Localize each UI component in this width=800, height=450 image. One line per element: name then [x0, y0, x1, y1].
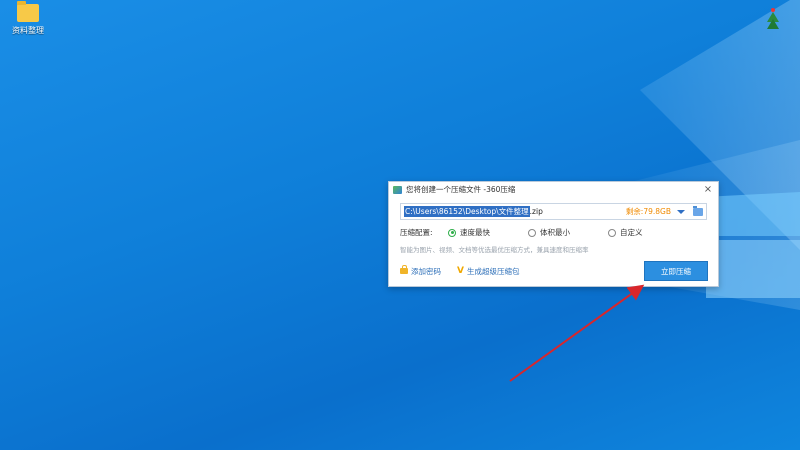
- radio-fastest[interactable]: 速度最快: [448, 227, 490, 238]
- radio-label: 体积最小: [540, 228, 570, 237]
- v-badge-icon: V: [457, 266, 464, 276]
- path-field[interactable]: C:\Users\86152\Desktop\文件整理 .zip 剩余:79.8…: [400, 203, 707, 220]
- self-extract-label: 生成超级压缩包: [466, 266, 520, 276]
- dialog-title: 您将创建一个压缩文件 -360压缩: [406, 185, 516, 194]
- radio-selected-icon[interactable]: [448, 228, 456, 237]
- annotation-arrow-line: [509, 284, 645, 382]
- self-extract-link[interactable]: V 生成超级压缩包: [457, 266, 519, 277]
- add-password-label: 添加密码: [411, 266, 441, 276]
- wallpaper-window-pane: [706, 240, 800, 298]
- desktop-icon-folder[interactable]: 资料整理: [4, 1, 52, 36]
- path-selected-text[interactable]: C:\Users\86152\Desktop\文件整理: [404, 206, 530, 217]
- folder-icon: [17, 1, 39, 22]
- path-extension[interactable]: .zip: [530, 207, 543, 216]
- radio-label: 速度最快: [460, 228, 490, 237]
- compress-now-button[interactable]: 立即压缩: [644, 261, 708, 281]
- chevron-down-icon[interactable]: [677, 209, 685, 214]
- wallpaper-window-pane: [706, 192, 800, 236]
- tree-icon[interactable]: [767, 8, 779, 32]
- radio-label: 自定义: [620, 228, 643, 237]
- radio-smallest[interactable]: 体积最小: [528, 227, 570, 238]
- radio-custom[interactable]: 自定义: [608, 227, 643, 238]
- compress-dialog: 您将创建一个压缩文件 -360压缩 × C:\Users\86152\Deskt…: [388, 181, 719, 287]
- add-password-link[interactable]: 添加密码: [400, 265, 441, 277]
- config-row: 压缩配置: 速度最快 体积最小 自定义: [400, 227, 707, 238]
- hint-text: 智能为图片、视频、文档等优选最优压缩方式，兼具速度和压缩率: [400, 246, 589, 254]
- browse-folder-icon[interactable]: [693, 205, 703, 216]
- app-icon: [393, 185, 402, 194]
- desktop-icon-label: 资料整理: [12, 26, 44, 35]
- dialog-titlebar[interactable]: 您将创建一个压缩文件 -360压缩 ×: [389, 182, 718, 197]
- radio-icon[interactable]: [528, 228, 536, 237]
- close-button[interactable]: ×: [702, 184, 714, 195]
- lock-icon: [400, 265, 408, 274]
- action-row: 添加密码 V 生成超级压缩包 立即压缩: [400, 261, 708, 281]
- radio-icon[interactable]: [608, 228, 616, 237]
- config-label: 压缩配置:: [400, 228, 433, 237]
- free-space-label: 剩余:79.8GB: [625, 207, 671, 216]
